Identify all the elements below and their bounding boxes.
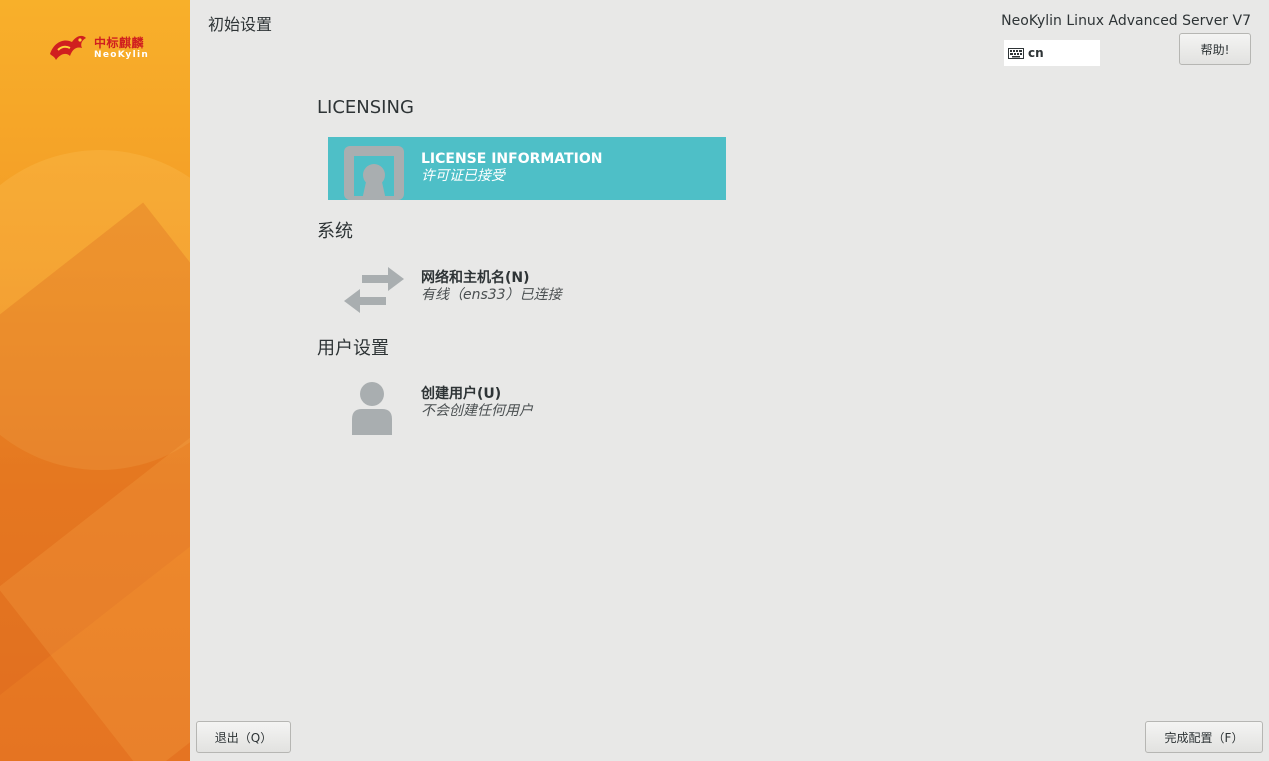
- logo-chinese-name: 中标麒麟: [94, 35, 145, 50]
- spoke-label: 创建用户(U): [421, 386, 502, 402]
- spoke-status: 许可证已接受: [421, 168, 505, 184]
- page-title: 初始设置: [208, 15, 273, 34]
- logo: 中标麒麟 NeoKylin: [46, 32, 149, 64]
- license-certificate-icon: [338, 142, 408, 200]
- spoke-status: 有线（ens33）已连接: [421, 287, 562, 303]
- quit-button[interactable]: 退出（Q）: [196, 721, 291, 753]
- section-title-system: 系统: [317, 221, 353, 242]
- help-button[interactable]: 帮助!: [1179, 33, 1251, 65]
- spoke-status: 不会创建任何用户: [421, 403, 533, 419]
- spoke-label: 网络和主机名(N): [421, 270, 530, 286]
- spoke-create-user[interactable]: 创建用户(U) 不会创建任何用户: [328, 372, 726, 437]
- section-title-user-settings: 用户设置: [317, 338, 389, 359]
- sidebar: 中标麒麟 NeoKylin: [0, 0, 190, 761]
- user-icon: [338, 377, 408, 437]
- keyboard-layout-indicator[interactable]: cn: [1004, 40, 1100, 66]
- spoke-license-information[interactable]: LICENSE INFORMATION 许可证已接受: [328, 137, 726, 200]
- spoke-label: LICENSE INFORMATION: [421, 151, 603, 167]
- logo-english-name: NeoKylin: [94, 49, 150, 60]
- kylin-logo-icon: [46, 32, 90, 64]
- spoke-network-hostname[interactable]: 网络和主机名(N) 有线（ens33）已连接: [328, 256, 726, 319]
- network-arrows-icon: [338, 261, 408, 319]
- section-title-licensing: LICENSING: [317, 97, 414, 118]
- product-name: NeoKylin Linux Advanced Server V7: [1001, 13, 1251, 29]
- keyboard-layout-label: cn: [1028, 46, 1044, 60]
- keyboard-icon: [1008, 47, 1024, 59]
- finish-configuration-button[interactable]: 完成配置（F）: [1145, 721, 1263, 753]
